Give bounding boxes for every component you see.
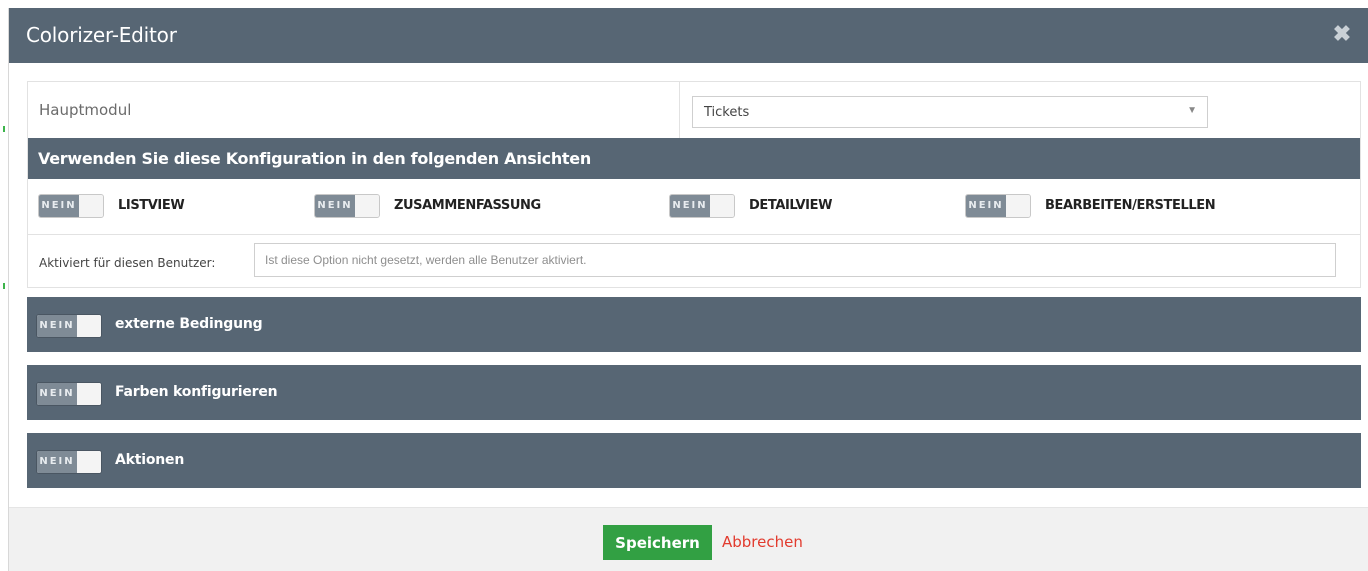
views-section-header: Verwenden Sie diese Konfiguration in den… [28, 138, 1360, 179]
toggle-state-label: NEIN [37, 315, 77, 337]
background-edge-marker [3, 283, 5, 289]
toggle-state-label: NEIN [37, 383, 77, 405]
configure-colors-toggle[interactable]: NEIN [36, 382, 102, 406]
toggle-knob [710, 195, 734, 217]
summary-toggle[interactable]: NEIN [314, 194, 380, 218]
user-row: Aktiviert für diesen Benutzer: [28, 235, 1360, 288]
external-condition-label: externe Bedingung [115, 316, 263, 332]
modal-title: Colorizer-Editor [26, 23, 177, 47]
main-module-select[interactable]: Tickets ▼ [692, 96, 1208, 128]
external-condition-block: NEIN externe Bedingung [27, 297, 1361, 352]
toggle-knob [77, 451, 101, 473]
configure-colors-block: NEIN Farben konfigurieren [27, 365, 1361, 420]
chevron-down-icon: ▼ [1187, 105, 1197, 116]
toggle-state-label: NEIN [670, 195, 710, 217]
background-edge-marker [3, 126, 5, 132]
cancel-link[interactable]: Abbrechen [722, 533, 803, 551]
modal-footer: Speichern Abbrechen [9, 507, 1368, 571]
config-box: Hauptmodul Tickets ▼ Verwenden Sie diese… [27, 81, 1361, 288]
toggle-knob [355, 195, 379, 217]
user-field-label: Aktiviert für diesen Benutzer: [39, 256, 216, 270]
views-section-title: Verwenden Sie diese Konfiguration in den… [38, 149, 591, 168]
toggle-knob [79, 195, 103, 217]
external-condition-toggle[interactable]: NEIN [36, 314, 102, 338]
listview-label: LISTVIEW [118, 198, 185, 213]
toggle-knob [77, 315, 101, 337]
summary-label: ZUSAMMENFASSUNG [394, 198, 541, 213]
listview-toggle[interactable]: NEIN [38, 194, 104, 218]
save-button[interactable]: Speichern [603, 525, 712, 560]
toggle-state-label: NEIN [37, 451, 77, 473]
actions-toggle[interactable]: NEIN [36, 450, 102, 474]
actions-label: Aktionen [115, 452, 185, 468]
modal-header: Colorizer-Editor ✖ [9, 8, 1368, 63]
close-icon[interactable]: ✖ [1328, 20, 1356, 48]
edit-create-label: BEARBEITEN/ERSTELLEN [1045, 198, 1216, 213]
configure-colors-label: Farben konfigurieren [115, 384, 278, 400]
views-toggle-row: NEIN LISTVIEW NEIN ZUSAMMENFASSUNG NEIN … [28, 179, 1360, 235]
main-module-row: Hauptmodul Tickets ▼ [28, 82, 1360, 138]
toggle-state-label: NEIN [39, 195, 79, 217]
main-module-label-cell: Hauptmodul [28, 82, 680, 138]
actions-block: NEIN Aktionen [27, 433, 1361, 488]
detailview-label: DETAILVIEW [749, 198, 833, 213]
toggle-state-label: NEIN [315, 195, 355, 217]
user-input[interactable] [254, 243, 1336, 277]
toggle-state-label: NEIN [966, 195, 1006, 217]
main-module-label: Hauptmodul [39, 101, 132, 119]
detailview-toggle[interactable]: NEIN [669, 194, 735, 218]
toggle-knob [1006, 195, 1030, 217]
edit-create-toggle[interactable]: NEIN [965, 194, 1031, 218]
toggle-knob [77, 383, 101, 405]
main-module-selected-value: Tickets [704, 105, 750, 120]
colorizer-editor-modal: Colorizer-Editor ✖ Hauptmodul Tickets ▼ … [8, 8, 1368, 571]
